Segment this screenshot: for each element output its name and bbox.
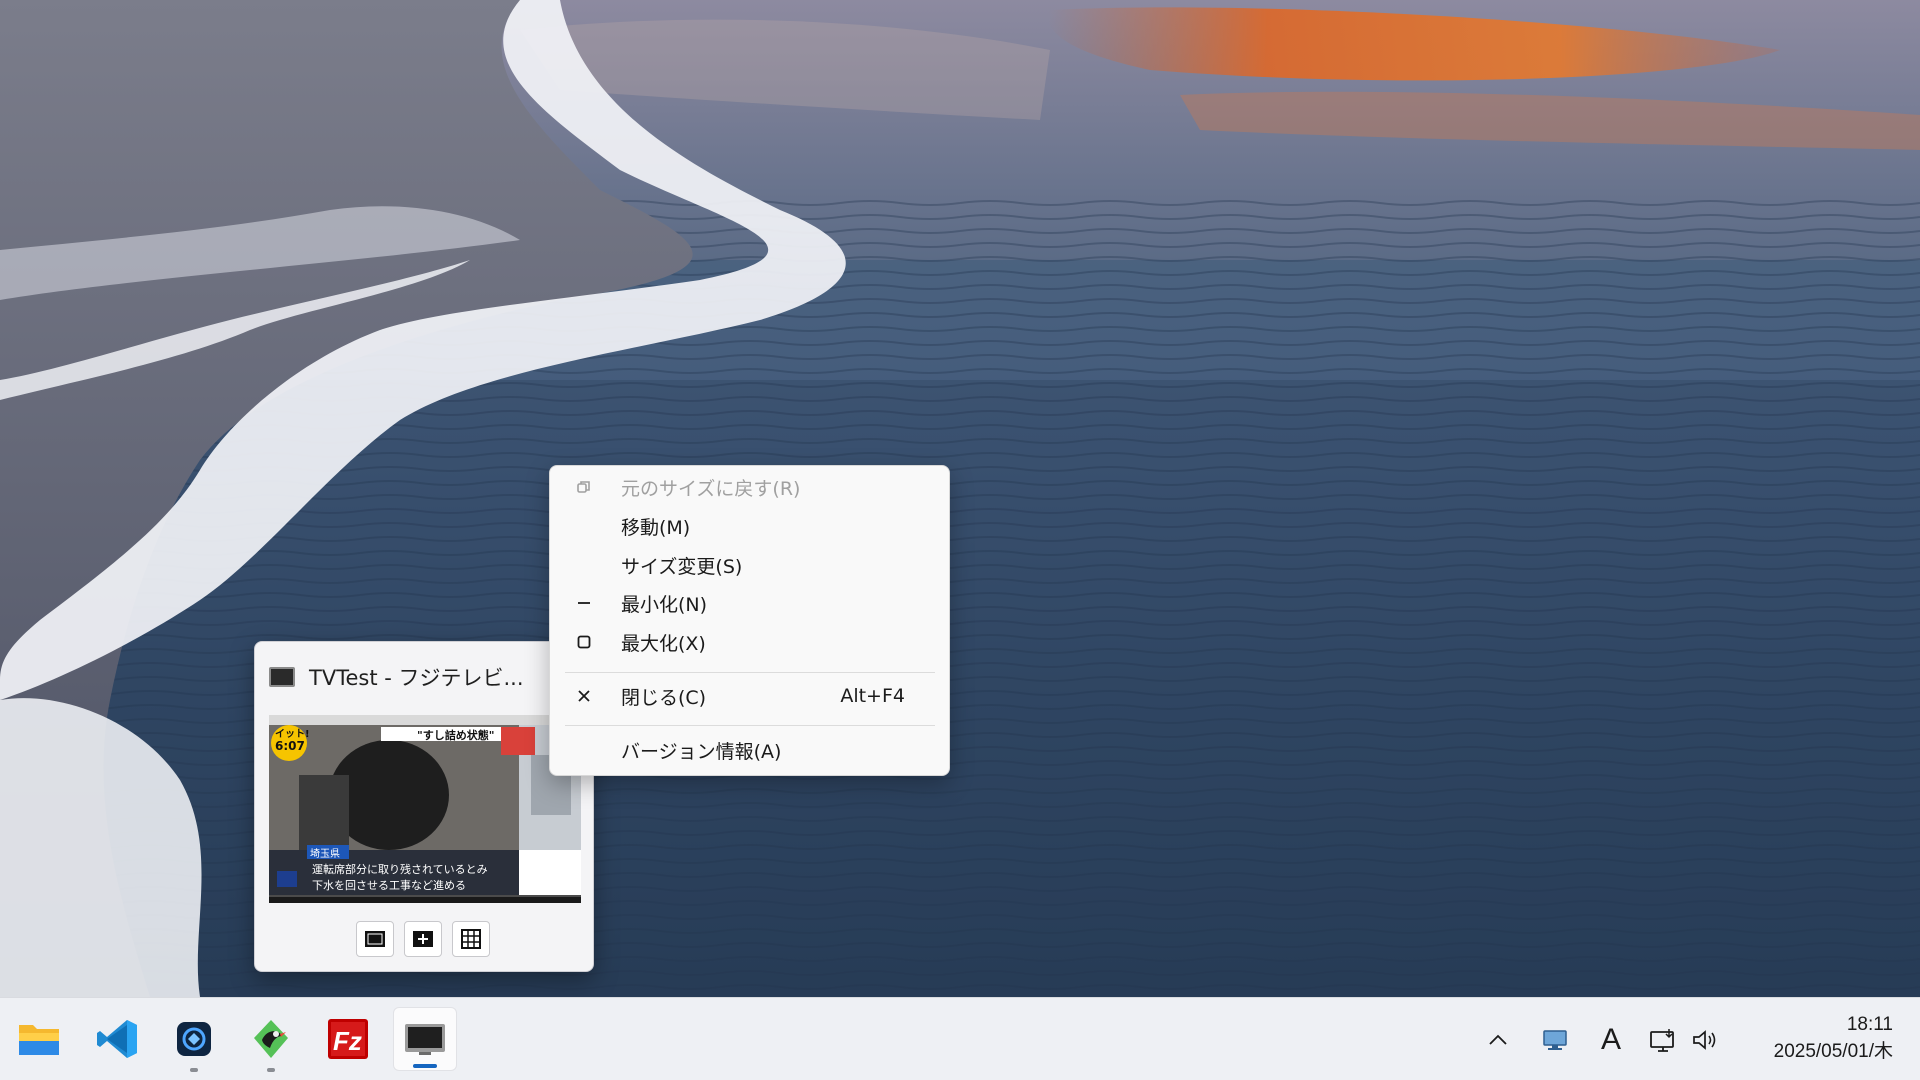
preview-window-title: TVTest - フジテレビ... (309, 666, 524, 690)
menu-item-move[interactable]: 移動(M) (554, 507, 945, 545)
restore-icon (574, 468, 594, 506)
broadcast-location-tag: 埼玉県 (310, 849, 340, 860)
broadcast-headline: "すし詰め状態" (417, 729, 495, 742)
preview-controls (356, 921, 490, 957)
filezilla-icon[interactable]: Fz (316, 1007, 380, 1071)
broadcast-badge: イット! (275, 729, 310, 740)
volume-icon[interactable] (1690, 998, 1720, 1080)
fullscreen-icon[interactable] (356, 921, 394, 957)
minimize-icon (574, 584, 594, 622)
grid-icon[interactable] (452, 921, 490, 957)
menu-label-minimize: 最小化(N) (621, 593, 708, 616)
system-clock[interactable]: 18:11 2025/05/01/木 (1774, 1012, 1893, 1066)
picture-in-picture-icon[interactable] (404, 921, 442, 957)
preview-header: TVTest - フジテレビ... (269, 662, 524, 692)
menu-label-move: 移動(M) (621, 516, 691, 539)
menu-label-about: バージョン情報(A) (621, 740, 782, 763)
menu-item-close[interactable]: 閉じる(C) Alt+F4 (554, 677, 945, 715)
preview-thumbnail-image[interactable]: イット! 6:07 "すし詰め状態" 埼玉県 運転席部分に取り残されているとみ … (269, 715, 581, 903)
taskbar: Fz A 18:11 2025/05/01/木 (0, 997, 1920, 1080)
app-bird-icon[interactable] (239, 1007, 303, 1072)
show-hidden-icons-button[interactable] (1484, 998, 1512, 1080)
maximize-icon (574, 623, 594, 661)
menu-item-maximize[interactable]: 最大化(X) (554, 623, 945, 661)
app-blue-icon[interactable] (162, 1007, 226, 1072)
clock-time: 18:11 (1846, 1014, 1893, 1035)
ime-mode-indicator[interactable]: A (1594, 998, 1628, 1080)
chevron-up-icon (1489, 1034, 1507, 1045)
broadcast-time: 6:07 (275, 739, 305, 753)
broadcast-caption-line1: 運転席部分に取り残されているとみ (312, 863, 488, 876)
running-indicator (267, 1068, 275, 1072)
close-icon (574, 677, 594, 715)
svg-text:Fz: Fz (333, 1026, 362, 1056)
menu-separator (565, 725, 935, 726)
vscode-icon[interactable] (85, 1007, 149, 1071)
active-indicator (413, 1064, 437, 1068)
broadcast-caption-line2: 下水を回させる工事など進める (312, 879, 466, 892)
menu-label-resize: サイズ変更(S) (621, 555, 743, 578)
window-system-menu: 元のサイズに戻す(R) 移動(M) サイズ変更(S) 最小化(N) 最大化(X)… (549, 465, 950, 776)
menu-item-resize[interactable]: サイズ変更(S) (554, 546, 945, 584)
ime-mode-label: A (1600, 1022, 1621, 1056)
tvtest-app-icon (269, 667, 295, 687)
menu-item-about[interactable]: バージョン情報(A) (554, 731, 945, 769)
menu-shortcut-close: Alt+F4 (840, 685, 905, 707)
file-explorer-icon[interactable] (7, 1007, 71, 1071)
menu-item-minimize[interactable]: 最小化(N) (554, 584, 945, 622)
clock-date: 2025/05/01/木 (1773, 1041, 1893, 1062)
network-monitor-icon[interactable] (1540, 998, 1570, 1080)
menu-label-maximize: 最大化(X) (621, 632, 706, 655)
menu-label-restore: 元のサイズに戻す(R) (621, 477, 801, 500)
display-network-icon[interactable] (1648, 998, 1678, 1080)
menu-item-restore[interactable]: 元のサイズに戻す(R) (554, 468, 945, 506)
running-indicator (190, 1068, 198, 1072)
menu-separator (565, 672, 935, 673)
taskbar-thumbnail-preview[interactable]: TVTest - フジテレビ... イット! 6:07 "すし詰め状態" 埼玉県… (254, 641, 594, 972)
tvtest-icon[interactable] (393, 1007, 457, 1071)
menu-label-close: 閉じる(C) (621, 686, 707, 709)
